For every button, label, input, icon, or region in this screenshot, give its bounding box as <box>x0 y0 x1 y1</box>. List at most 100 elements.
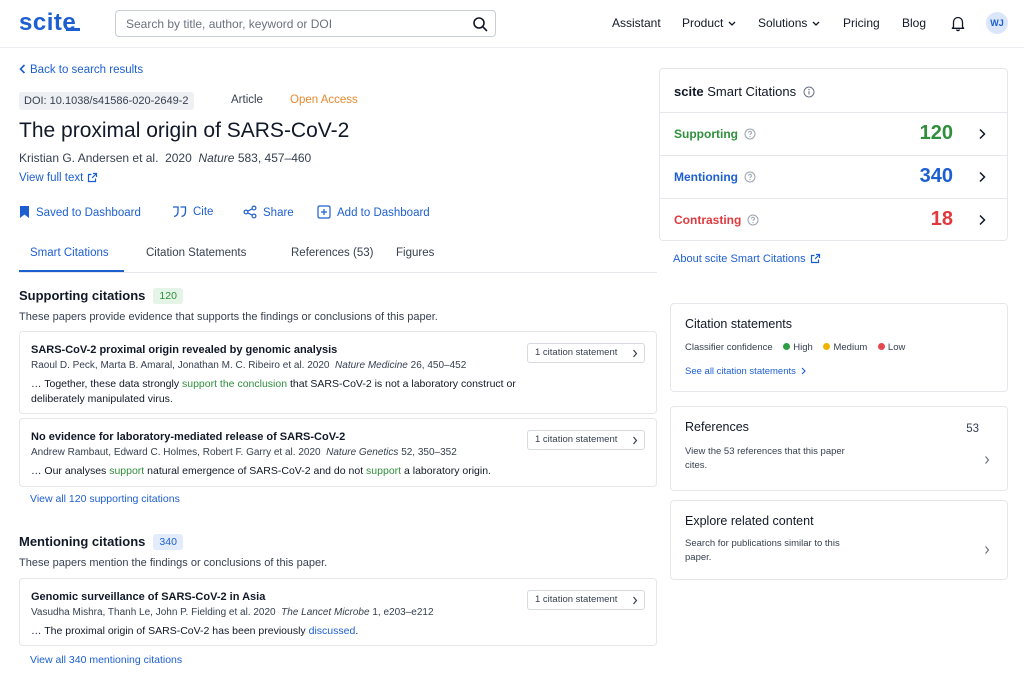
references-box[interactable]: References 53 View the 53 references tha… <box>670 406 1008 491</box>
cite-button[interactable]: Cite <box>172 205 213 218</box>
contrasting-row[interactable]: Contrasting 18 <box>660 198 1007 241</box>
citation-authors: Andrew Rambaut, Edward C. Holmes, Robert… <box>31 447 457 458</box>
share-button[interactable]: Share <box>243 205 294 219</box>
citation-snippet: … Our analyses support natural emergence… <box>31 464 531 479</box>
low-dot <box>877 343 885 350</box>
snippet-highlight: support <box>366 465 402 477</box>
user-avatar[interactable]: WJ <box>986 12 1008 34</box>
mentioning-count: 340 <box>919 165 953 187</box>
share-label: Share <box>263 207 294 219</box>
snippet-text: … Together, these data strongly <box>31 378 182 390</box>
citation-statement-button[interactable]: 1 citation statement <box>527 343 645 363</box>
tab-citation-statements[interactable]: Citation Statements <box>146 247 246 259</box>
bell-icon[interactable] <box>949 14 967 32</box>
smart-citations-panel: scite Smart Citations Supporting 120 Men… <box>659 68 1008 241</box>
chevron-right-icon <box>985 456 990 464</box>
chevron-right-icon <box>633 436 638 445</box>
back-to-results-link[interactable]: Back to search results <box>19 64 143 76</box>
nav-solutions[interactable]: Solutions <box>758 16 820 30</box>
mentioning-title: Mentioning citations <box>19 534 146 549</box>
supporting-count: 120 <box>919 122 953 144</box>
references-count: 53 <box>966 423 979 435</box>
about-smart-citations-link[interactable]: About scite Smart Citations <box>673 253 821 265</box>
logo-underscore <box>66 28 80 31</box>
explore-related-box[interactable]: Explore related content Search for publi… <box>670 500 1008 580</box>
citation-authors: Vasudha Mishra, Thanh Le, John P. Fieldi… <box>31 607 434 618</box>
nav-pricing[interactable]: Pricing <box>843 16 880 30</box>
about-label: About scite Smart Citations <box>673 253 806 265</box>
tab-smart-citations[interactable]: Smart Citations <box>30 247 109 259</box>
article-authors: Kristian G. Andersen et al. <box>19 151 159 165</box>
contrasting-label-text: Contrasting <box>674 213 742 227</box>
supporting-count-badge: 120 <box>153 288 183 304</box>
doi-badge: DOI: 10.1038/s41586-020-2649-2 <box>19 92 194 110</box>
view-all-mentioning-link[interactable]: View all 340 mentioning citations <box>30 654 182 666</box>
help-icon[interactable] <box>744 171 756 183</box>
supporting-heading: Supporting citations 120 <box>19 288 183 304</box>
snippet-text: deliberately manipulated virus. <box>31 393 173 405</box>
snippet-text: . <box>355 625 359 637</box>
scite-brand: scite <box>674 84 704 99</box>
references-title: References <box>685 420 749 434</box>
explore-related-title: Explore related content <box>685 514 814 528</box>
supporting-row[interactable]: Supporting 120 <box>660 112 1007 155</box>
citation-card: No evidence for laboratory-mediated rele… <box>19 418 657 487</box>
add-to-dashboard-button[interactable]: Add to Dashboard <box>317 205 430 219</box>
citation-authors: Raoul D. Peck, Marta B. Amaral, Jonathan… <box>31 360 466 371</box>
search-icon[interactable] <box>471 15 489 33</box>
view-all-supporting-link[interactable]: View all 120 supporting citations <box>30 493 180 505</box>
citation-statements-title: Citation statements <box>685 317 792 331</box>
snippet-text: a laboratory origin. <box>401 465 491 477</box>
nav-solutions-label: Solutions <box>758 16 808 30</box>
search-input[interactable] <box>126 15 466 33</box>
nav-product[interactable]: Product <box>682 16 736 30</box>
contrasting-label: Contrasting <box>674 213 759 227</box>
citation-author-list: Vasudha Mishra, Thanh Le, John P. Fieldi… <box>31 607 276 618</box>
supporting-title: Supporting citations <box>19 288 146 303</box>
see-all-citation-statements-link[interactable]: See all citation statements <box>685 366 806 377</box>
bookmark-icon <box>20 206 29 218</box>
citation-card: SARS-CoV-2 proximal origin revealed by g… <box>19 331 657 414</box>
article-journal: Nature <box>198 151 235 165</box>
legend-high: High <box>793 342 813 353</box>
scite-logo[interactable]: scite <box>19 9 76 37</box>
chevron-left-icon <box>19 64 26 74</box>
snippet-text: natural emergence of SARS-CoV-2 and do n… <box>144 465 367 477</box>
citation-author-list: Raoul D. Peck, Marta B. Amaral, Jonathan… <box>31 360 330 371</box>
snippet-highlight: support <box>109 465 145 477</box>
citation-title[interactable]: Genomic surveillance of SARS-CoV-2 in As… <box>31 591 265 603</box>
smart-citations-title: Smart Citations <box>707 84 797 99</box>
nav-blog[interactable]: Blog <box>902 16 926 30</box>
tab-references[interactable]: References (53) <box>291 247 373 259</box>
mentioning-label: Mentioning <box>674 170 756 184</box>
citation-title[interactable]: SARS-CoV-2 proximal origin revealed by g… <box>31 344 337 356</box>
mentioning-count-badge: 340 <box>153 534 183 550</box>
help-icon[interactable] <box>744 128 756 140</box>
view-full-text-link[interactable]: View full text <box>19 172 98 184</box>
page-title: The proximal origin of SARS-CoV-2 <box>19 119 350 142</box>
nav-assistant[interactable]: Assistant <box>612 16 661 30</box>
snippet-highlight: support the conclusion <box>181 378 288 390</box>
mentioning-row[interactable]: Mentioning 340 <box>660 155 1007 198</box>
tab-figures[interactable]: Figures <box>396 247 434 259</box>
citation-volume: 52, 350–352 <box>401 447 457 458</box>
citation-title[interactable]: No evidence for laboratory-mediated rele… <box>31 431 345 443</box>
chevron-right-icon <box>801 367 806 375</box>
citation-statement-button[interactable]: 1 citation statement <box>527 430 645 450</box>
chevron-down-icon <box>812 21 820 27</box>
contrasting-count: 18 <box>930 208 953 230</box>
add-label: Add to Dashboard <box>337 207 430 219</box>
external-link-icon <box>810 253 820 264</box>
citation-volume: 1, e203–e212 <box>372 607 434 618</box>
citation-card: Genomic surveillance of SARS-CoV-2 in As… <box>19 578 657 646</box>
search-box[interactable] <box>115 10 496 37</box>
saved-to-dashboard-button[interactable]: Saved to Dashboard <box>19 205 141 219</box>
article-volume: 583, 457–460 <box>237 151 312 165</box>
info-icon[interactable] <box>803 86 815 98</box>
citation-statement-button[interactable]: 1 citation statement <box>527 590 645 610</box>
add-box-icon <box>317 205 331 219</box>
citation-journal: Nature Medicine <box>335 360 408 371</box>
full-text-label: View full text <box>19 172 84 184</box>
help-icon[interactable] <box>747 214 759 226</box>
citation-volume: 26, 450–452 <box>410 360 467 371</box>
